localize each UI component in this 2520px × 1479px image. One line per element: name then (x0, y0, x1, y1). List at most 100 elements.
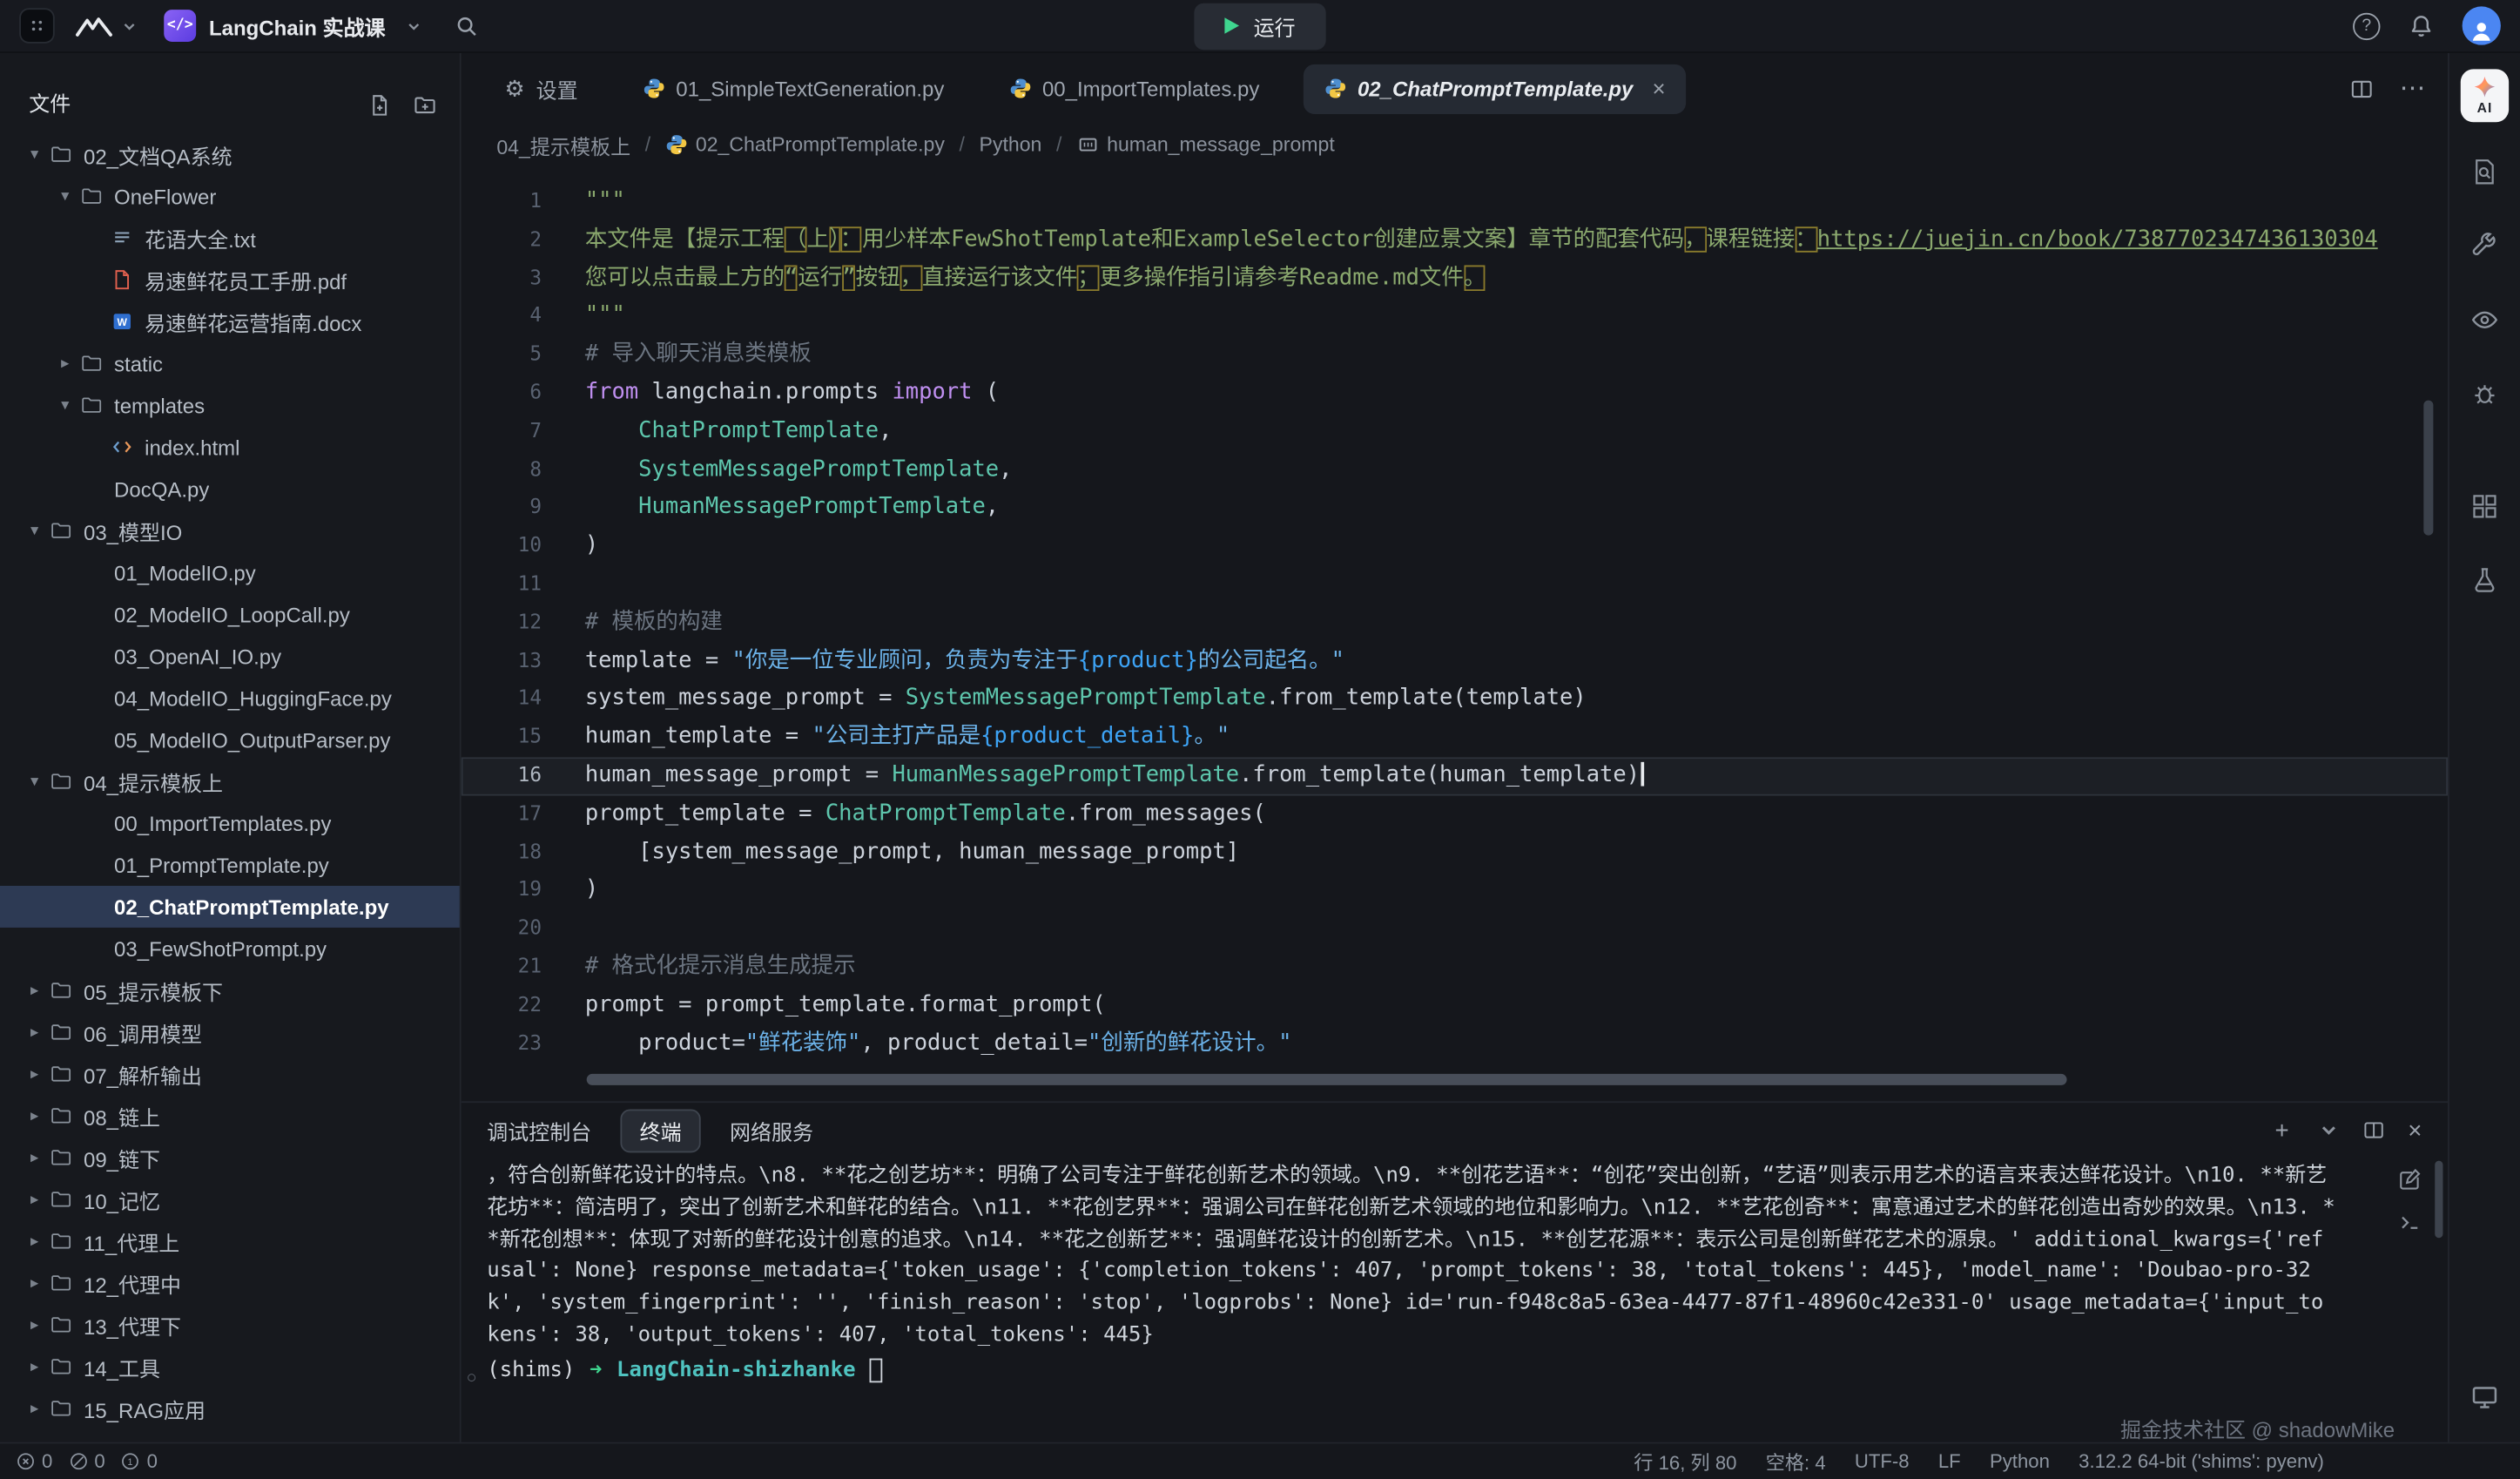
tree-item[interactable]: DocQA.py (0, 468, 460, 510)
code-editor[interactable]: 1"""2本文件是【提示工程（上）：用少样本FewShotTemplate和Ex… (462, 165, 2448, 1101)
vertical-scrollbar[interactable] (2423, 401, 2433, 536)
breadcrumb-item[interactable]: human_message_prompt (1076, 133, 1335, 156)
breadcrumb-item[interactable]: 04_提示模板上 (496, 130, 630, 160)
tree-item[interactable]: 00_ImportTemplates.py (0, 802, 460, 844)
tree-item[interactable]: 易速鲜花员工手册.pdf (0, 259, 460, 301)
code-line[interactable]: 10) (462, 528, 2448, 566)
code-line[interactable]: 21# 格式化提示消息生成提示 (462, 949, 2448, 987)
tree-item[interactable]: ▸09_链下 (0, 1137, 460, 1178)
code-line[interactable]: 8 SystemMessagePromptTemplate, (462, 451, 2448, 490)
status-text[interactable]: Python (1990, 1448, 2050, 1475)
breadcrumb-item[interactable]: Python (980, 133, 1042, 156)
more-actions-button[interactable]: ⋯ (2400, 72, 2426, 105)
close-panel-button[interactable]: × (2408, 1117, 2422, 1144)
tree-item[interactable]: ▸08_链上 (0, 1095, 460, 1137)
editor-tab[interactable]: 02_ChatPromptTemplate.py× (1303, 64, 1686, 113)
status-circle-slash[interactable]: 0 (69, 1450, 105, 1473)
code-line[interactable]: 11 (462, 566, 2448, 604)
code-line[interactable]: 1""" (462, 183, 2448, 221)
tree-item[interactable]: ▾templates (0, 384, 460, 426)
editor-tab[interactable]: 00_ImportTemplates.py (987, 64, 1280, 113)
status-badge-one[interactable]: 10 (121, 1450, 158, 1473)
user-avatar[interactable] (2463, 6, 2501, 44)
tree-item[interactable]: index.html (0, 426, 460, 468)
tree-item[interactable]: 01_PromptTemplate.py (0, 844, 460, 886)
app-menu-button[interactable] (19, 8, 55, 44)
code-line[interactable]: 16human_message_prompt = HumanMessagePro… (462, 757, 2448, 795)
code-line[interactable]: 20 (462, 910, 2448, 949)
terminal-output[interactable]: ，符合创新鲜花设计的特点。\n8. **花之创艺坊**：明确了公司专注于鲜花创新… (462, 1158, 2448, 1442)
status-text[interactable]: LF (1938, 1448, 1961, 1475)
panel-tab[interactable]: 网络服务 (730, 1115, 813, 1145)
breadcrumb-item[interactable]: 02_ChatPromptTemplate.py (665, 133, 945, 156)
new-file-button[interactable] (368, 93, 393, 118)
code-line[interactable]: 13template = "你是一位专业顾问，负责为专注于{product}的公… (462, 642, 2448, 680)
edit-terminal-icon[interactable] (2398, 1167, 2422, 1192)
status-text[interactable]: 3.12.2 64-bit ('shims': pyenv) (2079, 1448, 2324, 1475)
code-line[interactable]: 23 product="鲜花装饰", product_detail="创新的鲜花… (462, 1025, 2448, 1064)
run-button[interactable]: 运行 (1194, 3, 1325, 50)
terminal-dropdown-icon[interactable] (2318, 1119, 2341, 1142)
horizontal-scrollbar[interactable] (587, 1074, 2067, 1085)
tree-item[interactable]: 02_ModelIO_LoopCall.py (0, 593, 460, 635)
tree-item[interactable]: ▸10_记忆 (0, 1178, 460, 1220)
workspace-switcher[interactable]: </> LangChain 实战课 (164, 10, 422, 42)
status-text[interactable]: 行 16, 列 80 (1634, 1448, 1736, 1475)
tree-item[interactable]: ▸07_解析输出 (0, 1053, 460, 1095)
code-line[interactable]: 6from langchain.prompts import ( (462, 375, 2448, 413)
tree-item[interactable]: ▸13_代理下 (0, 1304, 460, 1346)
editor-tab[interactable]: ⚙设置 (484, 64, 599, 113)
status-text[interactable]: UTF-8 (1855, 1448, 1910, 1475)
tree-item[interactable]: ▸12_代理中 (0, 1262, 460, 1304)
status-text[interactable]: 空格: 4 (1766, 1448, 1826, 1475)
code-line[interactable]: 12# 模板的构建 (462, 604, 2448, 643)
code-line[interactable]: 19) (462, 872, 2448, 910)
ai-assistant-button[interactable]: AI (2461, 69, 2509, 122)
panel-tab[interactable]: 调试控制台 (487, 1115, 591, 1145)
split-terminal-button[interactable] (2363, 1119, 2386, 1142)
tree-item[interactable]: ▸06_调用模型 (0, 1011, 460, 1053)
flask-button[interactable] (2470, 566, 2499, 603)
code-line[interactable]: 18 [system_message_prompt, human_message… (462, 834, 2448, 872)
tree-item[interactable]: 02_ChatPromptTemplate.py (0, 886, 460, 928)
new-terminal-button[interactable]: + (2275, 1117, 2289, 1144)
code-line[interactable]: 15human_template = "公司主打产品是{product_deta… (462, 719, 2448, 757)
code-line[interactable]: 4""" (462, 298, 2448, 336)
status-circle-x[interactable]: 0 (16, 1450, 52, 1473)
tree-item[interactable]: ▸15_RAG应用 (0, 1388, 460, 1429)
notifications-bell-icon[interactable] (2408, 12, 2435, 39)
terminal-list-icon[interactable] (2398, 1211, 2422, 1235)
code-line[interactable]: 14system_message_prompt = SystemMessageP… (462, 680, 2448, 719)
close-icon[interactable]: × (1653, 76, 1666, 102)
blocks-button[interactable] (2470, 492, 2499, 529)
tools-button[interactable] (2470, 232, 2499, 268)
tree-item[interactable]: 03_FewShotPrompt.py (0, 928, 460, 969)
eye-button[interactable] (2470, 306, 2499, 342)
code-line[interactable]: 3您可以点击最上方的“运行”按钮，直接运行该文件；更多操作指引请参考Readme… (462, 260, 2448, 298)
help-icon[interactable]: ? (2353, 12, 2380, 39)
code-line[interactable]: 5# 导入聊天消息类模板 (462, 336, 2448, 375)
bug-button[interactable] (2470, 380, 2499, 416)
tree-item[interactable]: 01_ModelIO.py (0, 551, 460, 593)
new-folder-button[interactable] (413, 93, 437, 118)
panel-tab[interactable]: 终端 (620, 1109, 700, 1152)
chevron-down-icon[interactable] (120, 17, 138, 34)
tree-item[interactable]: ▾OneFlower (0, 175, 460, 217)
split-editor-button[interactable] (2349, 77, 2374, 101)
tree-item[interactable]: ▸11_代理上 (0, 1220, 460, 1262)
editor-tab[interactable]: 01_SimpleTextGeneration.py (622, 64, 966, 113)
tree-item[interactable]: ▾02_文档QA系统 (0, 133, 460, 175)
code-line[interactable]: 9 HumanMessagePromptTemplate, (462, 490, 2448, 528)
tree-item[interactable]: W易速鲜花运营指南.docx (0, 301, 460, 342)
tree-item[interactable]: 花语大全.txt (0, 217, 460, 259)
search-icon[interactable] (455, 14, 479, 38)
tree-item[interactable]: 03_OpenAI_IO.py (0, 635, 460, 677)
code-line[interactable]: 22prompt = prompt_template.format_prompt… (462, 987, 2448, 1025)
tree-item[interactable]: ▸05_提示模板下 (0, 969, 460, 1011)
tree-item[interactable]: ▸static (0, 342, 460, 384)
tree-item[interactable]: 04_ModelIO_HuggingFace.py (0, 677, 460, 719)
code-line[interactable]: 17prompt_template = ChatPromptTemplate.f… (462, 795, 2448, 834)
tree-item[interactable]: ▾04_提示模板上 (0, 760, 460, 802)
remote-monitor-button[interactable] (2470, 1382, 2499, 1419)
terminal-scrollbar[interactable] (2435, 1161, 2443, 1239)
